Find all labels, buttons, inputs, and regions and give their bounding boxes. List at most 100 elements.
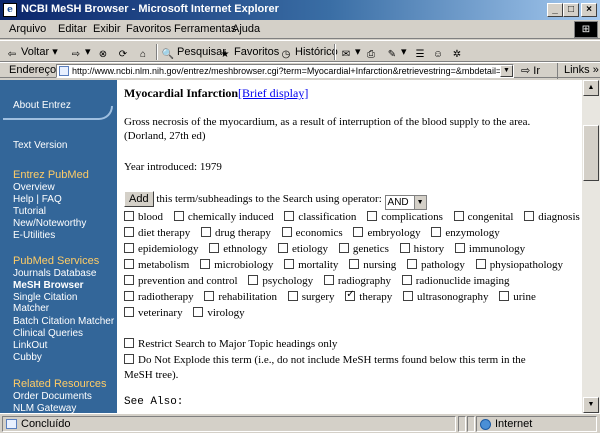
subheading-checkbox[interactable]	[124, 243, 134, 253]
menu-ferramentas[interactable]: Ferramentas	[174, 23, 236, 35]
go-button[interactable]: ⇨ Ir	[521, 64, 540, 77]
subheading-checkbox[interactable]	[349, 259, 360, 269]
subheading-checkbox[interactable]	[209, 243, 220, 253]
sidebar-item-nlm-gateway[interactable]: NLM Gateway	[13, 403, 76, 413]
close-button[interactable]: ×	[581, 3, 597, 17]
subheading-drug-therapy[interactable]: drug therapy	[200, 227, 271, 239]
sidebar-item-clinical-queries[interactable]: Clinical Queries	[13, 328, 83, 339]
subheading-checkbox[interactable]	[193, 307, 204, 317]
subheading-chemically-induced[interactable]: chemically induced	[173, 211, 274, 223]
edit-button[interactable]: ✎ ▾	[385, 44, 407, 60]
subheading-checkbox[interactable]	[204, 291, 215, 301]
subheading-virology[interactable]: virology	[193, 307, 245, 319]
subheading-checkbox[interactable]	[399, 243, 410, 253]
subheading-checkbox[interactable]	[353, 227, 364, 237]
subheading-checkbox[interactable]	[124, 291, 134, 301]
subheading-physiopathology[interactable]: physiopathology	[475, 259, 563, 271]
subheading-checkbox[interactable]	[453, 211, 464, 221]
links-button[interactable]: Links »	[557, 63, 600, 79]
subheading-checkbox[interactable]	[124, 259, 134, 269]
subheading-checkbox[interactable]	[248, 275, 259, 285]
subheading-checkbox[interactable]	[454, 243, 465, 253]
maximize-button[interactable]: □	[563, 3, 579, 17]
subheading-microbiology[interactable]: microbiology	[200, 259, 273, 271]
sidebar-item-e-utilities[interactable]: E-Utilities	[13, 230, 55, 241]
history-button[interactable]: ◷ Histórico	[279, 44, 338, 60]
sidebar-item-batch-citation-matcher[interactable]: Batch Citation Matcher	[13, 316, 114, 327]
sidebar-item-single-citation-matcher[interactable]: Single Citation Matcher	[13, 292, 93, 314]
menu-editar[interactable]: Editar	[58, 23, 87, 35]
subheading-nursing[interactable]: nursing	[349, 259, 396, 271]
subheading-ethnology[interactable]: ethnology	[209, 243, 267, 255]
sidebar-item-order-documents[interactable]: Order Documents	[13, 391, 92, 402]
subheading-radionuclide-imaging[interactable]: radionuclide imaging	[401, 275, 510, 287]
vertical-scrollbar[interactable]: ▲ ▼	[582, 80, 600, 413]
subheading-checkbox-checked[interactable]	[345, 289, 356, 301]
subheading-radiotherapy[interactable]: radiotherapy	[124, 291, 194, 303]
address-input[interactable]: http://www.ncbi.nlm.nih.gov/entrez/meshb…	[56, 64, 514, 78]
brief-display-link[interactable]: [Brief display]	[238, 86, 308, 101]
subheading-complications[interactable]: complications	[367, 211, 443, 223]
sidebar-item-cubby[interactable]: Cubby	[13, 352, 42, 363]
scroll-thumb[interactable]	[583, 125, 599, 181]
subheading-genetics[interactable]: genetics	[338, 243, 389, 255]
back-button[interactable]: ⇦ Voltar ▾	[5, 44, 58, 60]
subheading-congenital[interactable]: congenital	[453, 211, 513, 223]
sidebar-item-journals-database[interactable]: Journals Database	[13, 268, 96, 279]
subheading-checkbox[interactable]	[401, 275, 412, 285]
sidebar-item-new-noteworthy[interactable]: New/Noteworthy	[13, 218, 86, 229]
subheading-checkbox[interactable]	[173, 211, 184, 221]
subheading-radiography[interactable]: radiography	[323, 275, 391, 287]
subheading-psychology[interactable]: psychology	[248, 275, 313, 287]
subheading-therapy[interactable]: therapy	[345, 289, 392, 303]
subheading-checkbox[interactable]	[284, 259, 295, 269]
subheading-blood[interactable]: blood	[124, 211, 163, 223]
refresh-button[interactable]: ⟳	[116, 44, 132, 60]
subheading-urine[interactable]: urine	[499, 291, 536, 303]
no-explode-checkbox[interactable]	[124, 354, 134, 364]
subheading-surgery[interactable]: surgery	[287, 291, 335, 303]
menu-exibir[interactable]: Exibir	[93, 23, 121, 35]
text-version-link[interactable]: Text Version	[13, 140, 67, 151]
sidebar-item-mesh-browser[interactable]: MeSH Browser	[13, 280, 84, 291]
do-not-explode-option[interactable]: Do Not Explode this term (i.e., do not i…	[124, 354, 526, 366]
subheading-checkbox[interactable]	[124, 307, 134, 317]
subheading-metabolism[interactable]: metabolism	[124, 259, 189, 271]
discuss-button[interactable]: ☰	[413, 44, 429, 60]
subheading-rehabilitation[interactable]: rehabilitation	[204, 291, 277, 303]
stop-button[interactable]: ⊗	[96, 44, 112, 60]
subheading-embryology[interactable]: embryology	[353, 227, 421, 239]
subheading-checkbox[interactable]	[278, 243, 288, 253]
subheading-checkbox[interactable]	[284, 211, 295, 221]
subheading-epidemiology[interactable]: epidemiology	[124, 243, 199, 255]
scroll-down-icon[interactable]: ▼	[583, 397, 599, 413]
subheading-checkbox[interactable]	[200, 259, 211, 269]
subheading-veterinary[interactable]: veterinary	[124, 307, 183, 319]
subheading-checkbox[interactable]	[367, 211, 378, 221]
subheading-immunology[interactable]: immunology	[454, 243, 525, 255]
subheading-checkbox[interactable]	[431, 227, 442, 237]
restrict-checkbox[interactable]	[124, 338, 134, 348]
subheading-checkbox[interactable]	[406, 259, 417, 269]
subheading-checkbox[interactable]	[338, 243, 349, 253]
sidebar-item-linkout[interactable]: LinkOut	[13, 340, 47, 351]
subheading-checkbox[interactable]	[403, 291, 414, 301]
home-button[interactable]: ⌂	[136, 44, 152, 60]
forward-button[interactable]: ⇨ ▾	[69, 44, 91, 60]
subheading-checkbox[interactable]	[281, 227, 292, 237]
address-dropdown[interactable]: ▼	[500, 65, 513, 77]
scroll-up-icon[interactable]: ▲	[583, 80, 599, 96]
subheading-checkbox[interactable]	[200, 227, 211, 237]
restrict-major-topic-option[interactable]: Restrict Search to Major Topic headings …	[124, 338, 337, 350]
subheading-history[interactable]: history	[399, 243, 444, 255]
subheading-diet-therapy[interactable]: diet therapy	[124, 227, 190, 239]
search-button[interactable]: 🔍 Pesquisar	[161, 44, 226, 60]
menu-ajuda[interactable]: Ajuda	[232, 23, 260, 35]
print-button[interactable]: ⎙	[364, 44, 380, 60]
minimize-button[interactable]: _	[547, 3, 563, 17]
subheading-checkbox[interactable]	[499, 291, 510, 301]
subheading-checkbox[interactable]	[475, 259, 486, 269]
sidebar-item-overview[interactable]: Overview	[13, 182, 55, 193]
subheading-checkbox[interactable]	[124, 227, 134, 237]
subheading-pathology[interactable]: pathology	[406, 259, 465, 271]
